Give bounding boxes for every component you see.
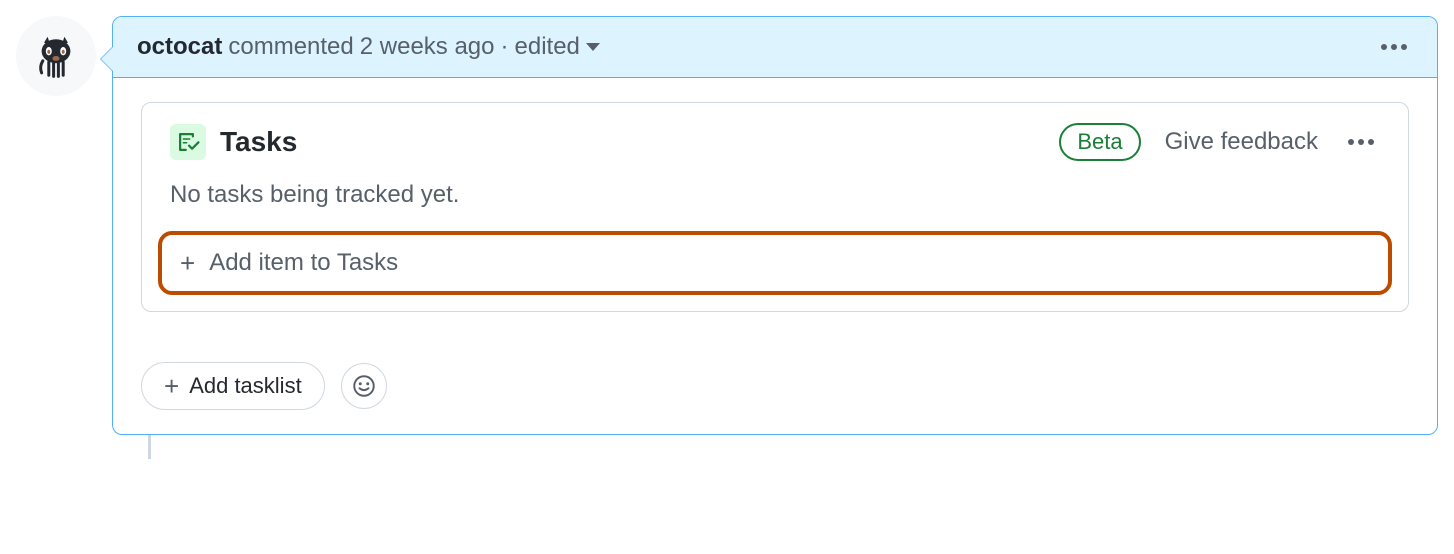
comment-body: Tasks Beta Give feedback No ta — [113, 78, 1437, 434]
add-reaction-button[interactable] — [341, 363, 387, 409]
kebab-icon — [1381, 44, 1387, 50]
beta-badge: Beta — [1059, 123, 1140, 161]
plus-icon: + — [164, 373, 179, 399]
meta-separator: · — [501, 33, 509, 61]
tasks-title: Tasks — [220, 126, 297, 158]
caret-down-icon — [586, 43, 600, 51]
comment-meta: octocat commented 2 weeks ago · edited — [137, 33, 600, 61]
add-tasklist-button[interactable]: + Add tasklist — [141, 362, 325, 410]
timestamp[interactable]: 2 weeks ago — [360, 33, 495, 61]
tasks-actions-menu[interactable] — [1342, 133, 1380, 151]
comment-container: octocat commented 2 weeks ago · edited — [16, 16, 1438, 459]
kebab-icon — [1348, 139, 1354, 145]
octocat-icon — [26, 26, 86, 86]
add-item-label: Add item to Tasks — [209, 249, 398, 277]
tasks-header: Tasks Beta Give feedback — [142, 103, 1408, 173]
commented-label: commented — [228, 33, 353, 61]
timeline-connector — [148, 435, 151, 459]
plus-icon: + — [180, 250, 195, 276]
comment-header: octocat commented 2 weeks ago · edited — [113, 17, 1437, 78]
comment-actions-menu[interactable] — [1375, 38, 1413, 56]
tasks-empty-message: No tasks being tracked yet. — [142, 173, 1408, 227]
comment-box: octocat commented 2 weeks ago · edited — [112, 16, 1438, 435]
comment-footer-actions: + Add tasklist — [141, 362, 1409, 410]
avatar[interactable] — [16, 16, 96, 96]
add-item-button[interactable]: + Add item to Tasks — [158, 231, 1392, 295]
author-link[interactable]: octocat — [137, 33, 222, 61]
feedback-link[interactable]: Give feedback — [1165, 128, 1318, 156]
tasklist-icon — [170, 124, 206, 160]
comment-arrow — [101, 47, 113, 71]
edited-dropdown[interactable]: edited — [515, 33, 600, 61]
tasks-panel: Tasks Beta Give feedback No ta — [141, 102, 1409, 312]
smiley-icon — [352, 374, 376, 398]
add-tasklist-label: Add tasklist — [189, 373, 302, 399]
edited-label: edited — [515, 33, 580, 61]
